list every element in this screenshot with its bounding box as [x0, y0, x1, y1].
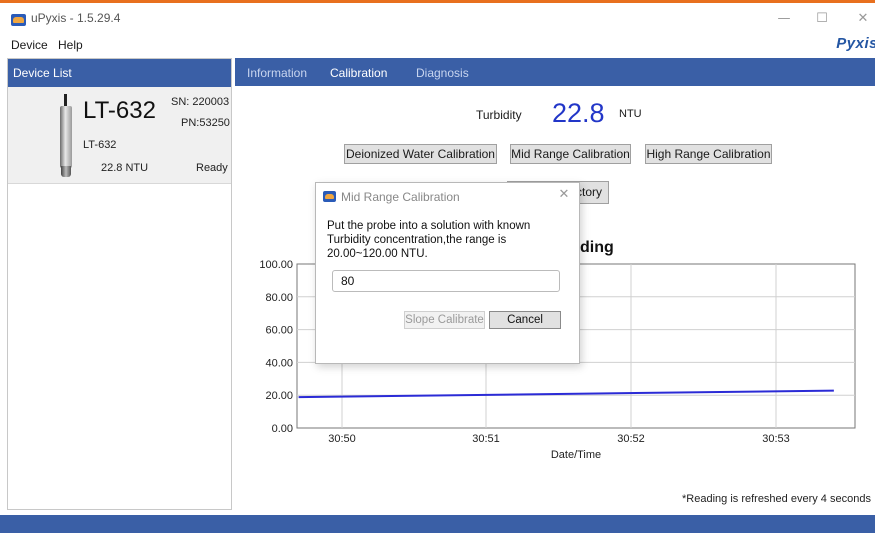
- device-model: LT-632: [83, 97, 156, 124]
- chart-title: ding: [580, 239, 614, 256]
- x-tick-label: 30:53: [762, 433, 790, 445]
- menu-device[interactable]: Device: [11, 38, 48, 52]
- device-list-header: Device List: [8, 59, 231, 87]
- window-title: uPyxis - 1.5.29.4: [31, 11, 121, 25]
- x-tick-label: 30:50: [328, 433, 356, 445]
- tab-information[interactable]: Information: [247, 66, 307, 80]
- maximize-button[interactable]: ☐: [810, 9, 834, 29]
- concentration-input[interactable]: [332, 270, 560, 292]
- dialog-title: Mid Range Calibration: [341, 190, 460, 204]
- x-axis-label: Date/Time: [551, 449, 601, 461]
- menu-help[interactable]: Help: [58, 38, 83, 52]
- mid-range-calibration-button[interactable]: Mid Range Calibration: [510, 144, 631, 164]
- close-button[interactable]: ✕: [851, 9, 875, 29]
- mid-range-calibration-dialog: Mid Range Calibration ✕ Put the probe in…: [315, 182, 580, 364]
- device-model-small: LT-632: [83, 139, 117, 151]
- turbidity-label: Turbidity: [476, 108, 522, 122]
- device-status: Ready: [196, 162, 228, 174]
- probe-icon: [58, 94, 74, 177]
- device-card[interactable]: LT-632 SN: 220003 PN:53250 LT-632 22.8 N…: [8, 87, 231, 184]
- x-tick-label: 30:51: [472, 433, 500, 445]
- tab-diagnosis[interactable]: Diagnosis: [416, 66, 469, 80]
- turbidity-value: 22.8: [552, 98, 605, 128]
- y-tick-label: 60.00: [265, 325, 293, 337]
- status-bar: [0, 515, 875, 533]
- brand-logo: Pyxis: [836, 35, 875, 52]
- menu-bar: Device Help Pyxis: [0, 35, 875, 57]
- dialog-message: Put the probe into a solution with known…: [327, 220, 531, 260]
- y-tick-label: 80.00: [265, 292, 293, 304]
- dialog-close-button[interactable]: ✕: [556, 187, 572, 203]
- tab-bar: Information Calibration Diagnosis: [235, 58, 875, 86]
- title-bar: uPyxis - 1.5.29.4 — ☐ ✕: [0, 3, 875, 35]
- y-tick-label: 40.00: [265, 357, 293, 369]
- device-reading: 22.8 NTU: [101, 162, 149, 174]
- y-tick-label: 100.00: [259, 259, 293, 271]
- deionized-water-calibration-button[interactable]: Deionized Water Calibration: [344, 144, 497, 164]
- cancel-button[interactable]: Cancel: [489, 311, 561, 329]
- device-part-number: PN:53250: [181, 117, 230, 129]
- app-logo-icon: [323, 191, 336, 202]
- refresh-note: *Reading is refreshed every 4 seconds: [682, 493, 871, 505]
- slope-calibrate-button[interactable]: Slope Calibrate: [404, 311, 485, 329]
- tab-calibration[interactable]: Calibration: [330, 66, 387, 80]
- minimize-button[interactable]: —: [772, 9, 796, 29]
- y-tick-label: 20.00: [265, 390, 293, 402]
- device-serial-number: SN: 220003: [171, 96, 230, 108]
- turbidity-unit: NTU: [619, 108, 642, 120]
- app-logo-icon: [11, 14, 26, 26]
- x-tick-label: 30:52: [617, 433, 645, 445]
- device-list-panel: Device List LT-632 SN: 220003 PN:53250 L…: [7, 58, 232, 510]
- high-range-calibration-button[interactable]: High Range Calibration: [645, 144, 772, 164]
- y-tick-label: 0.00: [272, 423, 293, 435]
